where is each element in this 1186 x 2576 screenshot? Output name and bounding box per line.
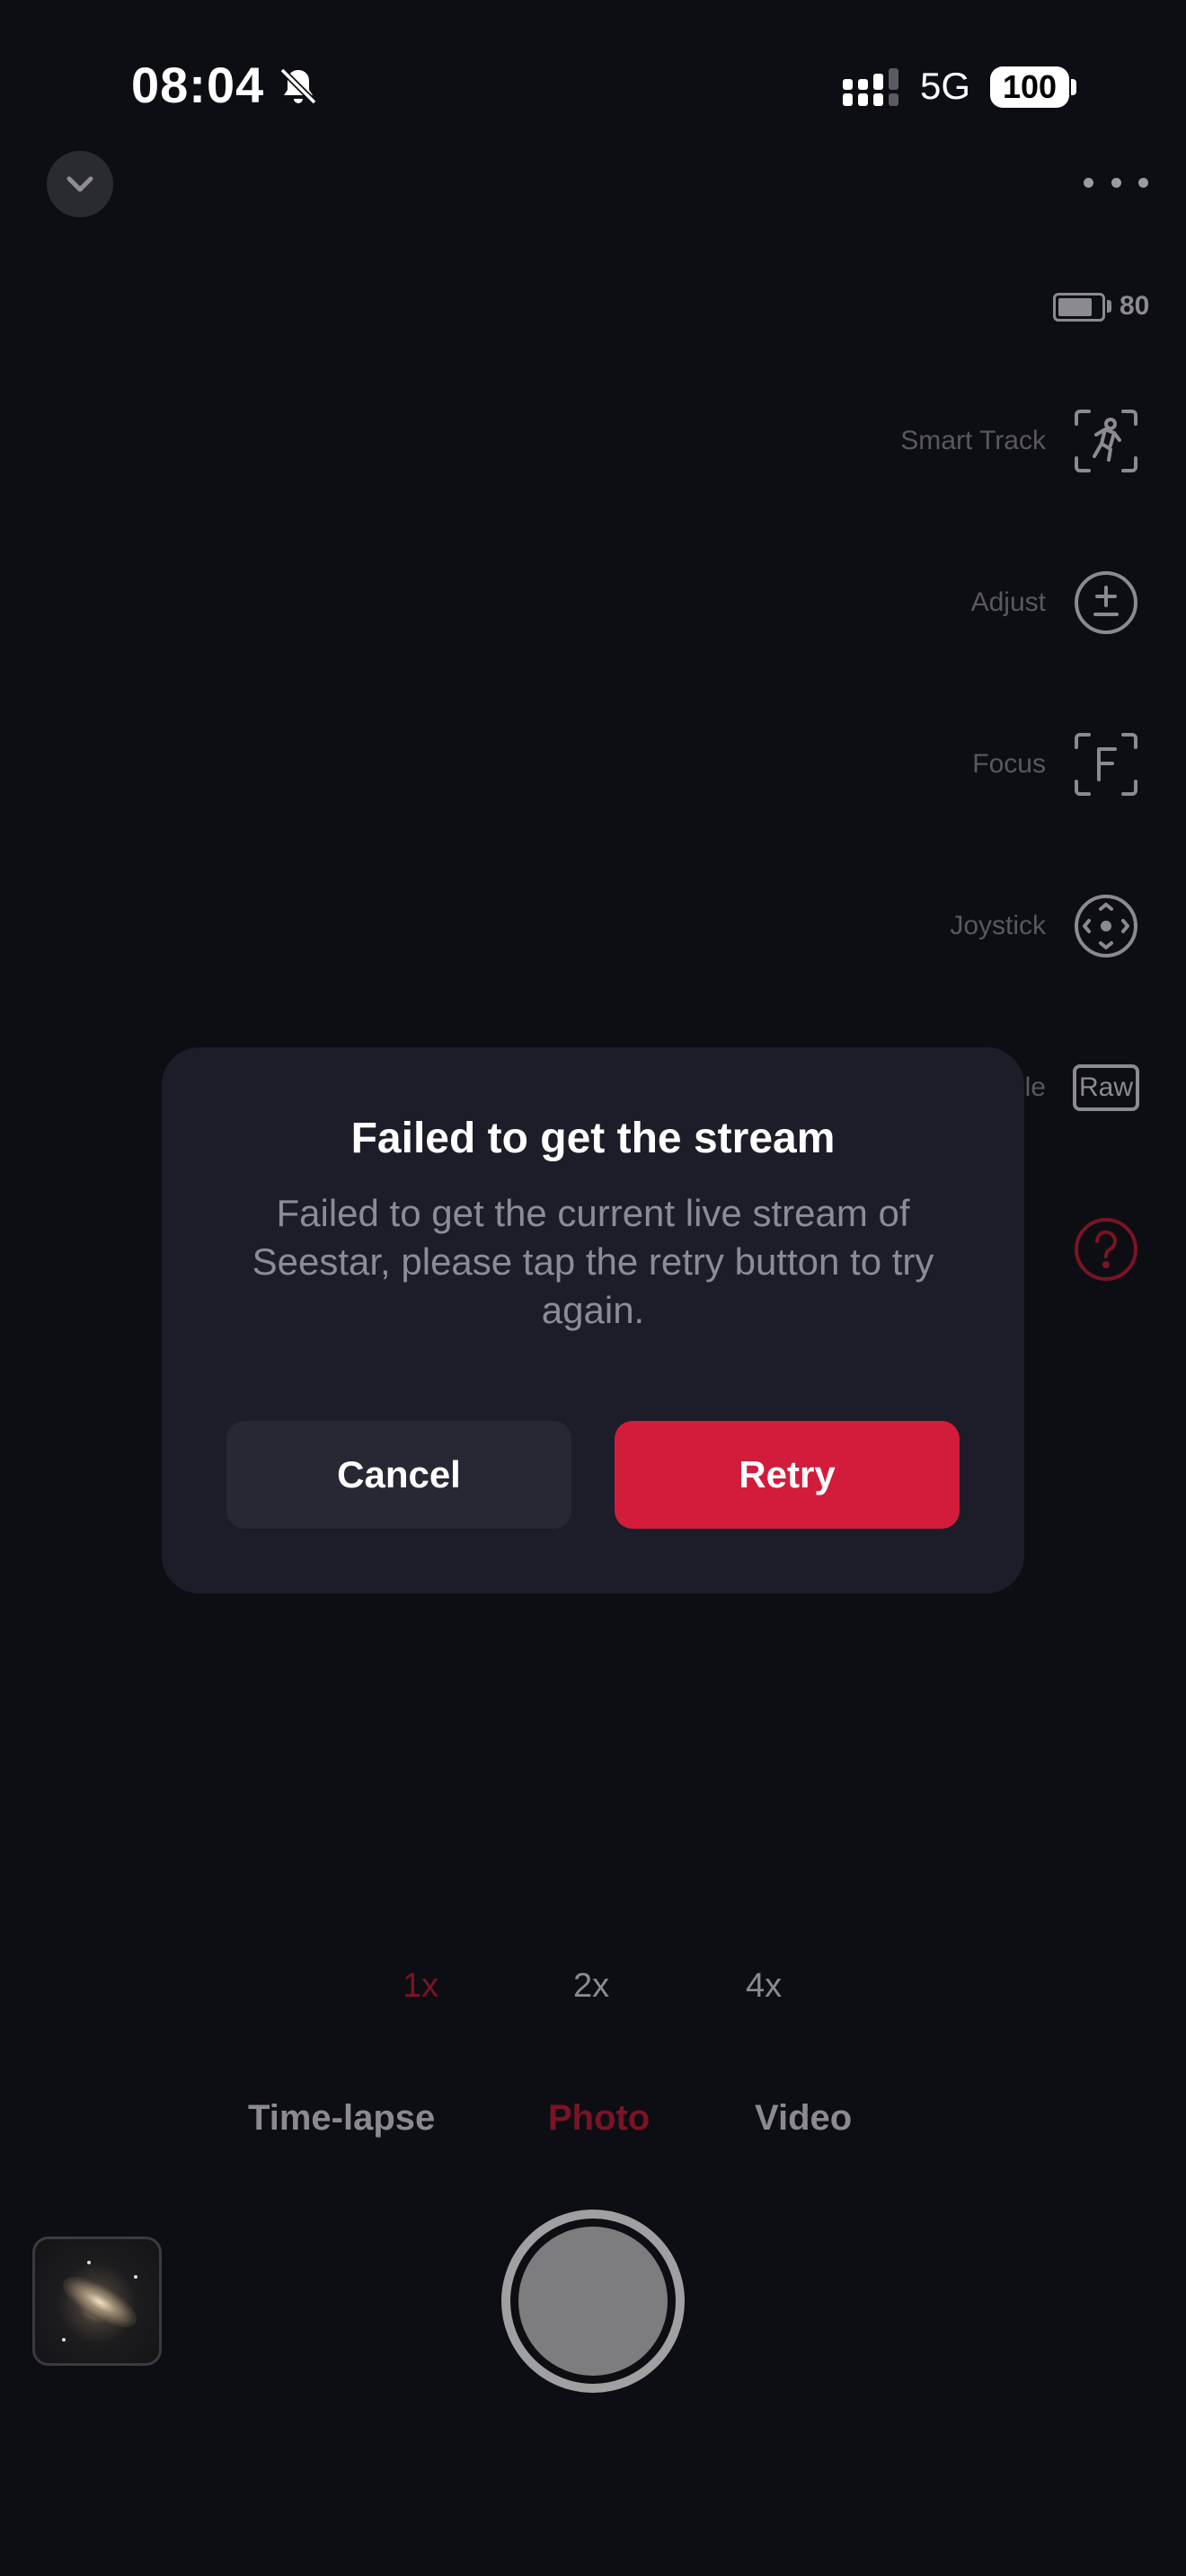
joystick-icon[interactable] [1073, 893, 1139, 959]
cancel-button[interactable]: Cancel [226, 1421, 571, 1529]
device-battery-level: 80 [1120, 291, 1150, 321]
zoom-option-4x[interactable]: 4x [746, 1967, 782, 2006]
smart-track-label: Smart Track [900, 426, 1046, 455]
mode-video[interactable]: Video [755, 2098, 852, 2139]
more-options-button[interactable] [1084, 167, 1148, 198]
zoom-option-2x[interactable]: 2x [573, 1967, 609, 2006]
focus-tool[interactable]: Focus [972, 731, 1139, 798]
more-icon [1084, 177, 1093, 188]
focus-label: Focus [972, 749, 1046, 779]
retry-button[interactable]: Retry [615, 1421, 960, 1529]
running-person-icon[interactable] [1073, 408, 1139, 474]
raw-icon[interactable]: Raw [1073, 1054, 1139, 1121]
mode-photo[interactable]: Photo [548, 2098, 650, 2139]
zoom-option-1x[interactable]: 1x [403, 1967, 438, 2006]
collapse-button[interactable] [47, 151, 113, 217]
adjust-tool[interactable]: Adjust [971, 569, 1139, 636]
network-type: 5G [920, 65, 971, 107]
adjust-label: Adjust [970, 587, 1046, 617]
phone-battery-tip [1071, 79, 1076, 95]
focus-f-icon[interactable] [1073, 731, 1139, 798]
question-mark-icon[interactable] [1073, 1216, 1139, 1283]
device-battery-tip [1107, 300, 1111, 313]
joystick-tool[interactable]: Joystick [950, 893, 1139, 959]
smart-track-tool[interactable]: Smart Track [900, 408, 1139, 474]
bell-slash-icon [279, 67, 317, 105]
dialog-title: Failed to get the stream [350, 1115, 836, 1162]
cellular-signal-icon [843, 68, 898, 106]
help-tool[interactable] [1073, 1216, 1139, 1283]
galaxy-image [56, 2267, 144, 2337]
raw-icon-text: Raw [1073, 1064, 1139, 1111]
raw-label: le [1024, 1072, 1046, 1102]
joystick-label: Joystick [950, 911, 1046, 940]
error-dialog: Failed to get the stream Failed to get t… [162, 1047, 1024, 1593]
raw-tool[interactable]: le Raw [1025, 1054, 1139, 1121]
plus-minus-icon[interactable] [1073, 569, 1139, 636]
shutter-button[interactable] [501, 2210, 685, 2393]
camera-screen: 08:04 5G 100 80 Smart Track Adjust Focus… [0, 0, 1186, 2576]
phone-battery: 100 [990, 66, 1069, 108]
gallery-thumbnail[interactable] [32, 2236, 162, 2366]
dialog-message: Failed to get the current live stream of… [252, 1192, 934, 1331]
device-battery-icon [1053, 293, 1105, 322]
mode-timelapse[interactable]: Time-lapse [248, 2098, 435, 2139]
chevron-down-icon [66, 176, 93, 192]
shutter-inner [518, 2227, 668, 2376]
status-time: 08:04 [131, 57, 265, 113]
